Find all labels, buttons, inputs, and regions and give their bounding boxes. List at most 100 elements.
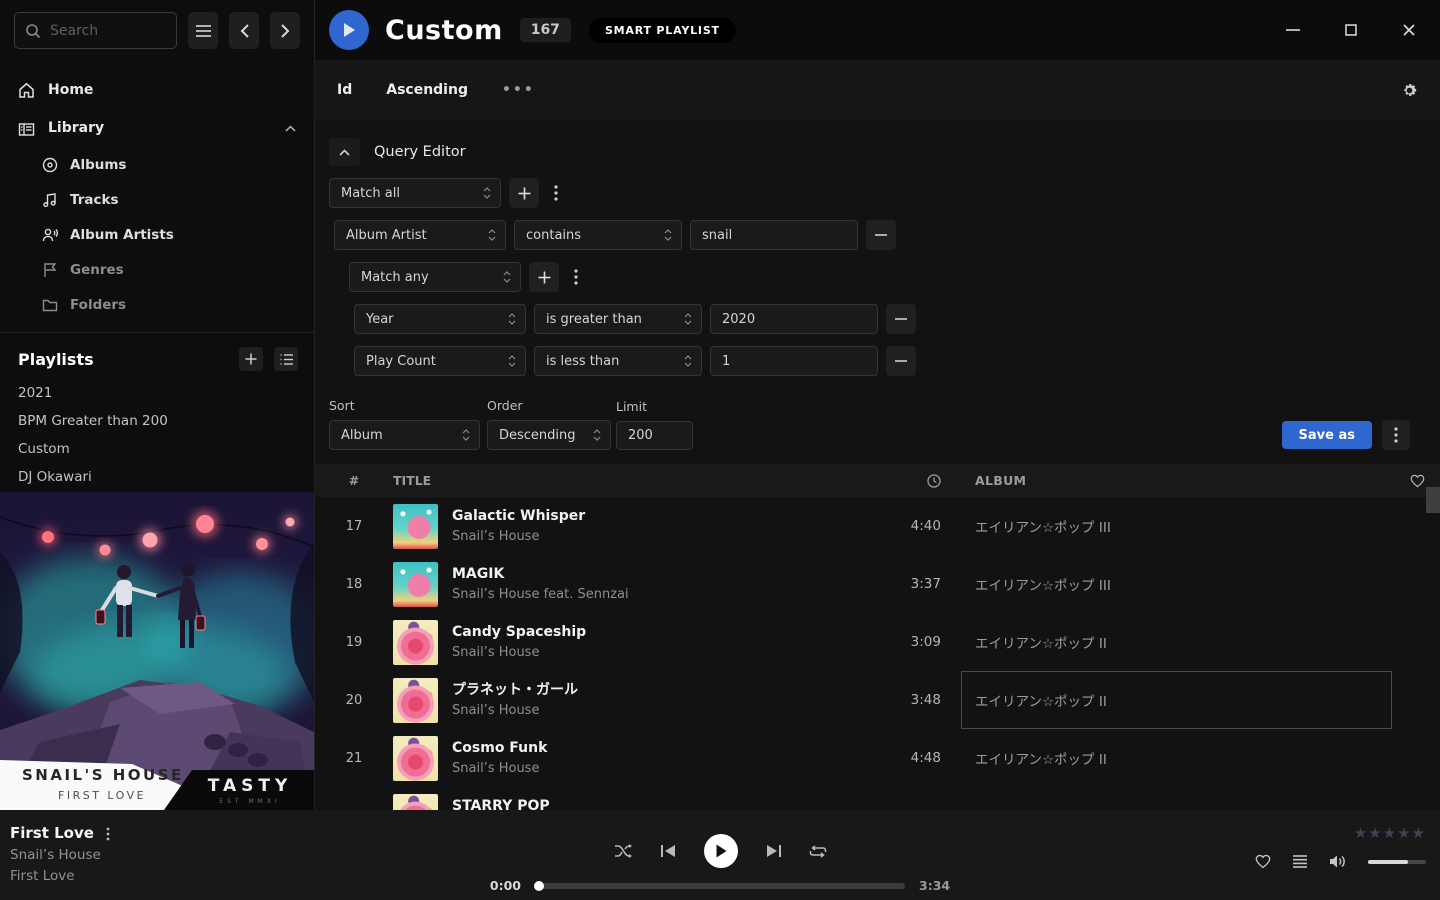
sort-field-button[interactable]: Id <box>337 82 352 98</box>
track-album[interactable]: エイリアン☆ポップ II <box>975 613 1390 671</box>
play-playlist-button[interactable] <box>329 10 369 50</box>
more-options-button[interactable]: ••• <box>502 82 535 98</box>
artist-icon <box>42 227 58 243</box>
group-menu-button-2[interactable] <box>567 262 585 292</box>
playlist-item-bpm[interactable]: BPM Greater than 200 <box>0 407 314 435</box>
rule-value-input-1[interactable] <box>690 220 858 250</box>
play-pause-button[interactable] <box>704 834 738 868</box>
rule-operator-select-2[interactable]: is greater than <box>534 304 702 334</box>
track-row[interactable]: 17 Galactic Whisper Snail’s House 4:40 エ… <box>315 497 1440 555</box>
remove-rule-button-3[interactable] <box>886 346 916 376</box>
match-type-select-1[interactable]: Match all <box>329 178 501 208</box>
nav-forward-button[interactable] <box>270 12 300 49</box>
select-arrows-icon <box>593 429 601 441</box>
previous-button[interactable] <box>661 844 676 858</box>
track-artist[interactable]: Snail’s House <box>452 527 871 547</box>
column-album[interactable]: ALBUM <box>975 473 1390 488</box>
rule-field-select-1[interactable]: Album Artist <box>334 220 506 250</box>
sidebar-item-tracks[interactable]: Tracks <box>0 182 314 217</box>
track-album[interactable]: エイリアン☆ポップ III <box>975 497 1390 555</box>
library-icon <box>18 120 35 137</box>
track-artist[interactable]: Snail’s House <box>452 701 871 721</box>
select-arrows-icon <box>664 229 672 241</box>
sidebar-item-albums[interactable]: Albums <box>0 147 314 182</box>
playlist-item-custom[interactable]: Custom <box>0 435 314 463</box>
limit-input[interactable] <box>616 421 693 450</box>
track-table-header: # TITLE ALBUM <box>315 464 1440 497</box>
track-row[interactable]: 21 Cosmo Funk Snail’s House 4:48 エイリアン☆ポ… <box>315 729 1440 787</box>
queue-button[interactable] <box>1292 855 1308 868</box>
column-index[interactable]: # <box>315 473 393 488</box>
sidebar-item-genres[interactable]: Genres <box>0 252 314 287</box>
track-artist[interactable]: Snail’s House <box>452 759 871 779</box>
volume-fill <box>1368 860 1408 864</box>
sidebar-item-home[interactable]: Home <box>0 71 314 109</box>
remove-rule-button-1[interactable] <box>866 220 896 250</box>
sidebar-item-folders[interactable]: Folders <box>0 287 314 322</box>
playlist-list-button[interactable] <box>274 347 298 371</box>
save-as-button[interactable]: Save as <box>1282 421 1372 449</box>
rule-value-input-3[interactable] <box>710 346 878 376</box>
save-menu-button[interactable] <box>1382 420 1410 450</box>
search-input[interactable] <box>50 23 166 39</box>
favorite-button[interactable] <box>1255 854 1271 869</box>
maximize-button[interactable] <box>1334 13 1368 47</box>
add-rule-button-2[interactable] <box>529 262 559 292</box>
select-arrows-icon <box>483 187 491 199</box>
track-artist[interactable]: Snail’s House <box>452 643 871 663</box>
shuffle-button[interactable] <box>614 843 633 859</box>
rating-stars[interactable]: ★★★★★ <box>1354 824 1426 842</box>
main-content: Custom 167 SMART PLAYLIST Id Ascending •… <box>315 0 1440 810</box>
scrollbar-thumb[interactable] <box>1426 487 1440 513</box>
seek-thumb[interactable] <box>534 881 544 891</box>
track-duration: 3:09 <box>871 634 941 650</box>
track-album-focused-cell[interactable]: エイリアン☆ポップ II <box>961 671 1392 729</box>
track-row[interactable]: 20 プラネット・ガール Snail’s House 3:48 エイリアン☆ポッ… <box>315 671 1440 729</box>
group-menu-button-1[interactable] <box>547 178 565 208</box>
limit-label: Limit <box>616 399 693 414</box>
favorite-heart-icon[interactable] <box>1394 474 1440 488</box>
column-title[interactable]: TITLE <box>393 473 871 488</box>
rule-field-select-2[interactable]: Year <box>354 304 526 334</box>
rule-operator-select-1[interactable]: contains <box>514 220 682 250</box>
rule-value-input-2[interactable] <box>710 304 878 334</box>
track-album[interactable]: エイリアン☆ポップ II <box>975 729 1390 787</box>
sidebar-item-library[interactable]: Library <box>0 109 314 147</box>
sidebar-item-label: Genres <box>70 262 124 278</box>
playlist-item-dj-okawari[interactable]: DJ Okawari <box>0 463 314 491</box>
volume-slider[interactable] <box>1368 860 1426 864</box>
collapse-query-editor-button[interactable] <box>329 138 360 166</box>
duration-clock-icon[interactable] <box>871 474 941 488</box>
search-box[interactable] <box>14 12 177 49</box>
sidebar-item-album-artists[interactable]: Album Artists <box>0 217 314 252</box>
playlist-item-2021[interactable]: 2021 <box>0 379 314 407</box>
remove-rule-button-2[interactable] <box>886 304 916 334</box>
label-subtext: EST MMXI <box>219 798 280 805</box>
nav-back-button[interactable] <box>229 12 259 49</box>
minimize-button[interactable] <box>1276 13 1310 47</box>
match-type-select-2[interactable]: Match any <box>349 262 521 292</box>
order-select[interactable]: Descending <box>487 420 611 450</box>
menu-button[interactable] <box>188 12 218 49</box>
track-artist[interactable]: Snail’s House feat. Sennzai <box>452 585 871 605</box>
rule-field-select-3[interactable]: Play Count <box>354 346 526 376</box>
track-thumbnail <box>393 504 438 549</box>
select-arrows-icon <box>508 313 516 325</box>
match-type-value: Match all <box>341 186 400 201</box>
close-button[interactable] <box>1392 13 1426 47</box>
track-album[interactable]: エイリアン☆ポップ III <box>975 555 1390 613</box>
seek-bar[interactable] <box>535 883 905 889</box>
track-row[interactable]: 18 MAGIK Snail’s House feat. Sennzai 3:3… <box>315 555 1440 613</box>
next-button[interactable] <box>766 844 781 858</box>
collapse-chevron-icon[interactable] <box>285 125 296 132</box>
settings-gear-icon[interactable] <box>1401 82 1418 99</box>
sort-select[interactable]: Album <box>329 420 480 450</box>
add-rule-button-1[interactable] <box>509 178 539 208</box>
repeat-button[interactable] <box>809 844 827 859</box>
album-banner-title: FIRST LOVE <box>58 789 146 802</box>
sort-order-button[interactable]: Ascending <box>386 82 468 98</box>
rule-operator-select-3[interactable]: is less than <box>534 346 702 376</box>
volume-icon[interactable] <box>1329 854 1347 869</box>
track-row[interactable]: 19 Candy Spaceship Snail’s House 3:09 エイ… <box>315 613 1440 671</box>
add-playlist-button[interactable] <box>239 347 263 371</box>
